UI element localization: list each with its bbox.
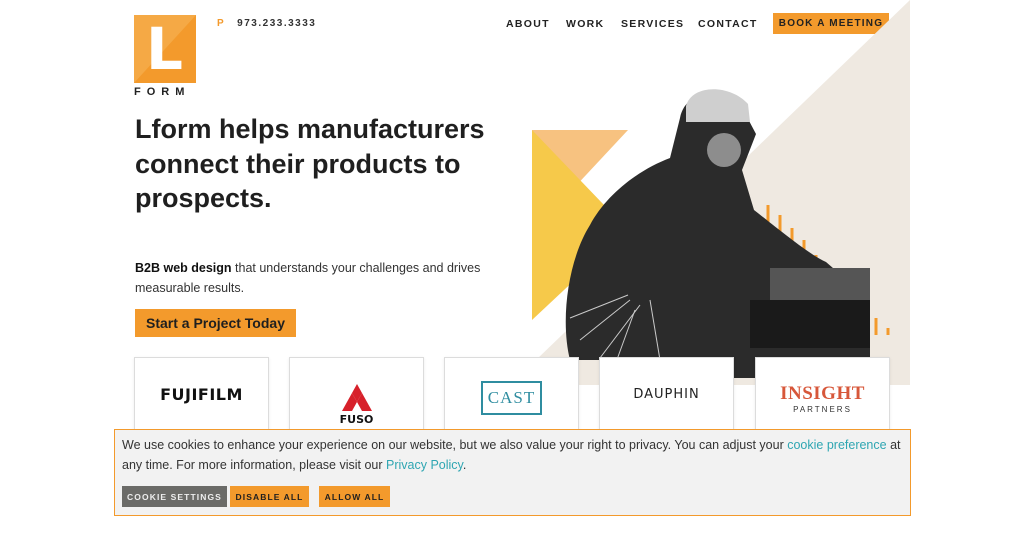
allow-all-button[interactable]: ALLOW ALL xyxy=(319,486,390,507)
hero-illustration xyxy=(510,0,910,385)
cookie-banner: We use cookies to enhance your experienc… xyxy=(114,429,911,516)
logo-wordmark: FORM xyxy=(134,86,191,98)
client-card-insight-partners[interactable]: INSIGHT PARTNERS xyxy=(755,357,890,431)
cookie-message: We use cookies to enhance your experienc… xyxy=(122,435,902,475)
insight-logo-group: INSIGHT PARTNERS xyxy=(780,383,865,414)
hero-title: Lform helps manufacturers connect their … xyxy=(135,114,485,213)
insight-wordmark: INSIGHT xyxy=(780,382,865,404)
cookie-text-part: We use cookies to enhance your experienc… xyxy=(122,438,788,452)
fuso-wordmark: FUSO xyxy=(339,413,374,426)
client-card-fuso[interactable]: FUSO xyxy=(289,357,424,431)
fujifilm-logo: FUJIFILM xyxy=(160,384,243,404)
start-project-button[interactable]: Start a Project Today xyxy=(135,309,296,337)
phone-number[interactable]: P 973.233.3333 xyxy=(217,18,316,29)
disable-all-button[interactable]: DISABLE ALL xyxy=(230,486,309,507)
dauphin-logo: DAUPHIN xyxy=(633,386,700,402)
hero-subtitle-bold: B2B web design xyxy=(135,261,232,275)
phone-value: 973.233.3333 xyxy=(237,18,317,29)
client-card-dauphin[interactable]: DAUPHIN xyxy=(599,357,734,431)
hero-subtitle: B2B web design that understands your cha… xyxy=(135,259,495,298)
logo-letter: L xyxy=(146,15,183,83)
mitsubishi-diamonds-icon xyxy=(341,384,372,411)
cookie-preference-link[interactable]: cookie preference xyxy=(787,438,886,452)
fuso-logo-group: FUSO xyxy=(340,362,374,426)
cookie-settings-button[interactable]: COOKIE SETTINGS xyxy=(122,486,227,507)
partners-wordmark: PARTNERS xyxy=(793,404,852,414)
privacy-policy-link[interactable]: Privacy Policy xyxy=(386,458,463,472)
logo-mark[interactable]: L xyxy=(134,15,196,83)
client-card-fujifilm[interactable]: FUJIFILM xyxy=(134,357,269,431)
cast-logo: CAST xyxy=(480,381,543,415)
cookie-text-part: . xyxy=(462,458,467,472)
client-card-cast[interactable]: CAST xyxy=(444,357,579,431)
phone-prefix: P xyxy=(217,18,226,29)
